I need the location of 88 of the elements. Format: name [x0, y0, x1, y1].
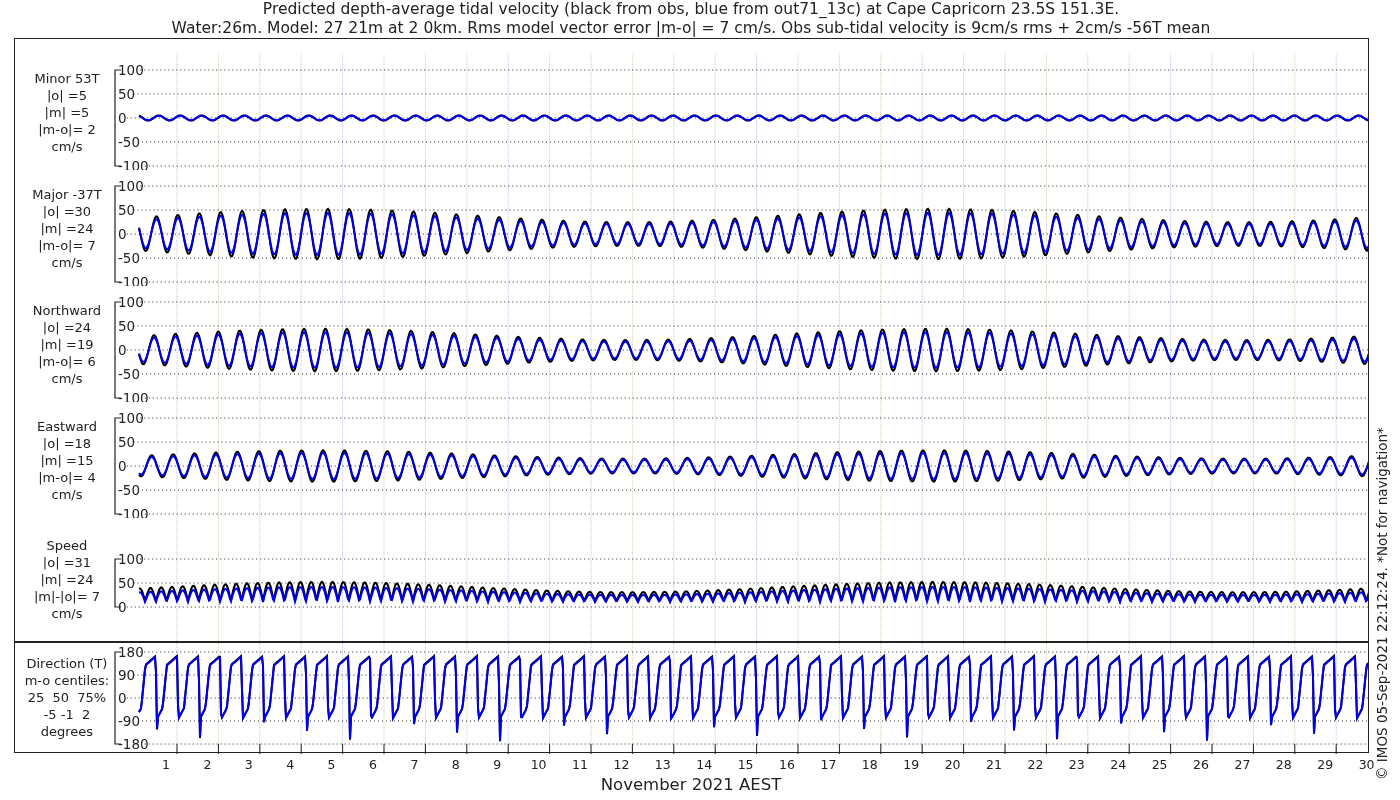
axis-tick-label: 13 — [654, 757, 671, 772]
axis-tick-label: 0 — [117, 458, 127, 474]
axis-tick-label: 0 — [117, 690, 127, 706]
axis-tick-label: 27 — [1234, 757, 1251, 772]
axis-tick-label: 90 — [117, 667, 136, 683]
panel-label-line: Direction (T) — [26, 655, 108, 672]
axis-tick-label: 24 — [1110, 757, 1127, 772]
axis-tick-label: 21 — [986, 757, 1002, 772]
axis-tick-label: 100 — [117, 551, 144, 567]
panel-label-line: cm/s — [51, 137, 83, 155]
panel-label-line: |o| =24 — [42, 318, 92, 336]
axis-title: November 2021 AEST — [600, 775, 782, 795]
axis-tick-label: -90 — [117, 713, 140, 729]
axis-tick-label: 100 — [117, 294, 144, 310]
axis-tick-label: 20 — [944, 757, 961, 772]
chart-title: Predicted depth-average tidal velocity (black from obs, blue from out71_13c) at Cape Capricorn 23.5S 151.3E. — [262, 0, 1120, 19]
axis-tick-label: -50 — [117, 134, 140, 150]
axis-tick-label: 0 — [117, 342, 127, 358]
axis-tick-label: 100 — [117, 410, 144, 426]
axis-tick-label: 1 — [162, 757, 170, 772]
axis-tick-label: 0 — [117, 110, 127, 126]
panel-label-line: Eastward — [36, 417, 97, 435]
axis-tick-label: 100 — [117, 62, 144, 78]
axis-tick-label: 2 — [203, 757, 212, 772]
axis-tick-label: 11 — [572, 757, 588, 772]
axis-tick-label: 3 — [244, 757, 253, 772]
axis-tick-label: 7 — [410, 757, 419, 772]
panel-label-line: |m-o|= 7 — [38, 236, 96, 254]
axis-tick-label: 14 — [696, 757, 713, 772]
panel-label-line: |m| =24 — [40, 219, 94, 237]
axis-tick-label: 100 — [117, 178, 144, 194]
axis-tick-label: -50 — [117, 366, 140, 382]
chart-title: Water:26m. Model: 27 21m at 2 0km. Rms model vector error |m-o| = 7 cm/s. Obs sub-tidal velocity is 9cm/s rms + 2cm/s -56T mean — [171, 19, 1211, 38]
panel-label-line: |m| =5 — [44, 103, 90, 121]
axis-tick-label: 9 — [493, 757, 502, 772]
axis-tick-label: 5 — [327, 757, 336, 772]
axis-tick-label: 30 — [1358, 757, 1375, 772]
axis-tick-label: 26 — [1193, 757, 1209, 772]
panel-label-line: degrees — [40, 723, 94, 740]
panel-label-line: Minor 53T — [34, 69, 100, 87]
axis-tick-label: 0 — [117, 226, 127, 242]
axis-tick-label: 25 — [1151, 757, 1168, 772]
axis-tick-label: 6 — [369, 757, 377, 772]
panel-label-line: |o| =31 — [42, 554, 92, 571]
axis-tick-label: 10 — [530, 757, 547, 772]
axis-tick-label: 23 — [1068, 757, 1085, 772]
panel-label-line: |m| =19 — [40, 335, 94, 353]
axis-tick-label: 17 — [820, 757, 837, 772]
axis-tick-label: 18 — [861, 757, 878, 772]
axis-tick-label: 8 — [451, 757, 460, 772]
axis-tick-label: 19 — [903, 757, 920, 772]
panel-label-line: 25 50 75% — [27, 689, 107, 706]
panel-label-line: |o| =5 — [46, 86, 87, 104]
panel-label-line: Speed — [46, 537, 88, 554]
axis-tick-label: 16 — [779, 757, 795, 772]
axis-tick-label: 180 — [117, 644, 144, 660]
axis-tick-label: 15 — [737, 757, 754, 772]
panel-label-line: -5 -1 2 — [43, 706, 91, 723]
panel-label-line: |m|-|o|= 7 — [33, 588, 101, 605]
axis-tick-label: 50 — [117, 86, 136, 102]
panel-label-line: |o| =30 — [42, 202, 92, 220]
axis-tick-label: 12 — [613, 757, 630, 772]
axis-tick-label: 0 — [117, 599, 127, 615]
panel-label-line: |m| =15 — [40, 451, 94, 469]
axis-tick-label: -180 — [117, 736, 149, 752]
panel-label-line: |m-o|= 2 — [38, 120, 96, 138]
panel-label-line: cm/s — [51, 369, 83, 387]
axis-tick-label: 29 — [1317, 757, 1334, 772]
panel-label-line: |o| =18 — [42, 434, 92, 452]
panel-label-line: cm/s — [51, 253, 83, 271]
panel-label-line: |m| =24 — [40, 571, 94, 588]
panel-label-line: cm/s — [51, 485, 83, 503]
panel-label-line: Northward — [32, 301, 102, 319]
panel-label-line: |m-o|= 4 — [38, 468, 96, 486]
panel-label-line: |m-o|= 6 — [38, 352, 96, 370]
axis-tick-label: 50 — [117, 202, 136, 218]
axis-tick-label: -50 — [117, 482, 140, 498]
axis-tick-label: 22 — [1027, 757, 1044, 772]
axis-tick-label: 4 — [286, 757, 295, 772]
panel-label-line: cm/s — [51, 605, 83, 622]
axis-tick-label: -50 — [117, 250, 140, 266]
axis-tick-label: 50 — [117, 318, 136, 334]
axis-tick-label: 50 — [117, 575, 136, 591]
axis-tick-label: 50 — [117, 434, 136, 450]
panel-label-line: Major -37T — [32, 185, 102, 203]
panel-label-line: m-o centiles: — [24, 672, 110, 689]
axis-tick-label: 28 — [1275, 757, 1292, 772]
credit-text: © IMOS 05-Sep-2021 22:12:24. *Not for navigation* — [1374, 427, 1390, 780]
